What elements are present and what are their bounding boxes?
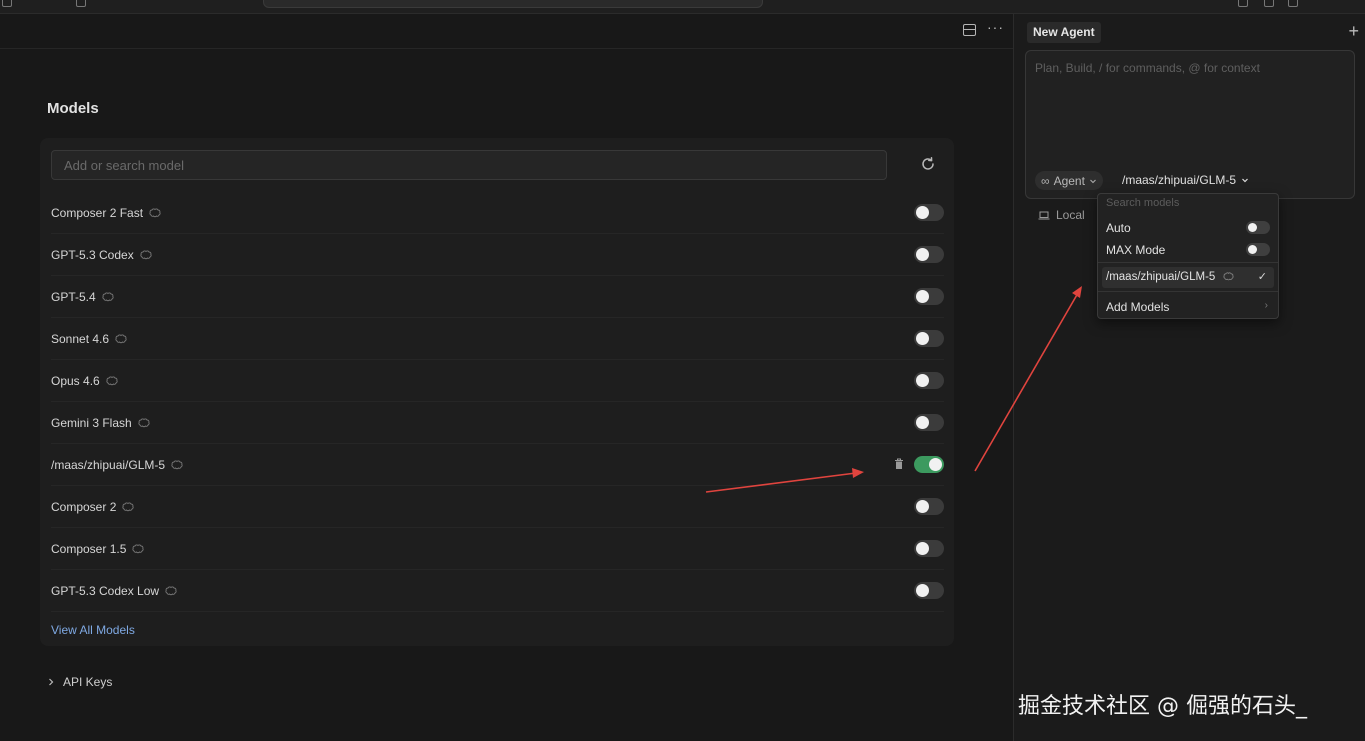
chevron-down-icon	[1242, 178, 1248, 183]
chat-composer[interactable]: Plan, Build, / for commands, @ for conte…	[1025, 50, 1355, 199]
model-toggle[interactable]	[914, 498, 944, 515]
brain-icon	[106, 375, 118, 385]
local-label: Local	[1056, 208, 1085, 222]
plus-icon[interactable]: +	[1348, 22, 1359, 40]
model-row: Opus 4.6	[51, 360, 944, 402]
brain-icon	[122, 501, 134, 511]
mode-selector[interactable]: ∞ Agent	[1035, 171, 1103, 190]
dropdown-selected-model-label: /maas/zhipuai/GLM-5	[1106, 271, 1234, 283]
auto-option-label: Auto	[1106, 221, 1131, 235]
api-keys-label: API Keys	[63, 675, 113, 689]
brain-icon	[149, 207, 161, 217]
model-row: GPT-5.3 Codex Low	[51, 570, 944, 612]
model-toggle[interactable]	[914, 288, 944, 305]
tab-new-agent[interactable]: New Agent	[1027, 22, 1101, 43]
model-name: Composer 1.5	[51, 541, 127, 556]
max-mode-label: MAX Mode	[1106, 243, 1166, 257]
max-mode-toggle[interactable]	[1246, 243, 1270, 256]
model-row: Sonnet 4.6	[51, 318, 944, 360]
settings-panel: ··· Models Composer 2 Fast GPT-5.3 Codex G…	[0, 14, 1013, 741]
model-toggle[interactable]	[914, 372, 944, 389]
model-name: GPT-5.4	[51, 289, 96, 304]
model-row: Gemini 3 Flash	[51, 402, 944, 444]
section-title: Models	[47, 100, 99, 117]
model-name: Gemini 3 Flash	[51, 415, 132, 430]
model-toggle[interactable]	[914, 456, 944, 473]
brain-icon	[140, 249, 152, 259]
view-all-models-link[interactable]: View All Models	[51, 623, 135, 637]
model-name: Composer 2 Fast	[51, 205, 144, 220]
model-toggle[interactable]	[914, 204, 944, 221]
model-name: Composer 2	[51, 499, 117, 514]
watermark: 掘金技术社区 @ 倔强的石头_	[1018, 694, 1307, 719]
model-toggle[interactable]	[914, 246, 944, 263]
model-row: Composer 2 Fast	[51, 192, 944, 234]
title-bar	[0, 0, 1365, 14]
api-keys-section[interactable]: API Keys	[47, 675, 112, 689]
model-dropdown-search[interactable]: Search models	[1106, 197, 1179, 209]
model-name: /maas/zhipuai/GLM-5	[51, 457, 166, 472]
model-name: Sonnet 4.6	[51, 331, 110, 346]
trash-icon[interactable]	[894, 458, 904, 470]
agent-panel: New Agent + Plan, Build, / for commands,…	[1013, 14, 1365, 741]
models-card: Composer 2 Fast GPT-5.3 Codex GPT-5.4 Sonne…	[40, 138, 954, 646]
panel-icon[interactable]	[76, 0, 86, 7]
mode-label: Agent	[1053, 173, 1085, 188]
chevron-right-icon: ›	[1264, 300, 1268, 311]
model-toggle[interactable]	[914, 582, 944, 599]
brain-icon	[138, 417, 150, 427]
model-row: Composer 1.5	[51, 528, 944, 570]
composer-placeholder: Plan, Build, / for commands, @ for conte…	[1035, 61, 1260, 75]
split-editor-icon[interactable]	[963, 24, 976, 36]
brain-icon	[115, 333, 127, 343]
brain-icon	[102, 291, 114, 301]
command-center[interactable]	[263, 0, 763, 8]
gear-icon[interactable]	[1288, 0, 1298, 7]
refresh-icon[interactable]	[920, 156, 936, 172]
settings-header: ···	[0, 14, 1013, 49]
chevron-down-icon	[1090, 179, 1096, 183]
model-row: GPT-5.4	[51, 276, 944, 318]
laptop-icon	[1038, 211, 1050, 219]
local-selector[interactable]: Local	[1038, 208, 1085, 222]
more-options-icon[interactable]: ···	[987, 20, 1004, 34]
model-search-input[interactable]	[51, 150, 887, 180]
brain-icon	[132, 543, 144, 553]
layout-icon[interactable]	[1238, 0, 1248, 7]
check-icon: ✓	[1257, 271, 1267, 283]
model-toggle[interactable]	[914, 330, 944, 347]
model-name: GPT-5.3 Codex Low	[51, 583, 160, 598]
model-dropdown: Search models Auto MAX Mode /maas/zhipua…	[1097, 193, 1279, 319]
model-toggle[interactable]	[914, 414, 944, 431]
model-row: GPT-5.3 Codex	[51, 234, 944, 276]
window-icon[interactable]	[2, 0, 12, 7]
brain-icon	[165, 585, 177, 595]
model-row: /maas/zhipuai/GLM-5	[51, 444, 944, 486]
divider	[1098, 291, 1278, 292]
chevron-right-icon	[49, 678, 54, 686]
model-name: GPT-5.3 Codex	[51, 247, 134, 262]
infinity-icon: ∞	[1041, 173, 1050, 188]
model-toggle[interactable]	[914, 540, 944, 557]
auto-toggle[interactable]	[1246, 221, 1270, 234]
model-row: Composer 2	[51, 486, 944, 528]
chat-icon[interactable]	[1264, 0, 1274, 7]
brain-icon	[1222, 272, 1234, 281]
add-models-option[interactable]: Add Models	[1106, 300, 1169, 314]
model-selector[interactable]: /maas/zhipuai/GLM-5	[1122, 173, 1249, 187]
model-name: Opus 4.6	[51, 373, 100, 388]
selected-model-label: /maas/zhipuai/GLM-5	[1122, 173, 1237, 187]
brain-icon	[171, 459, 183, 469]
divider	[1098, 262, 1278, 263]
